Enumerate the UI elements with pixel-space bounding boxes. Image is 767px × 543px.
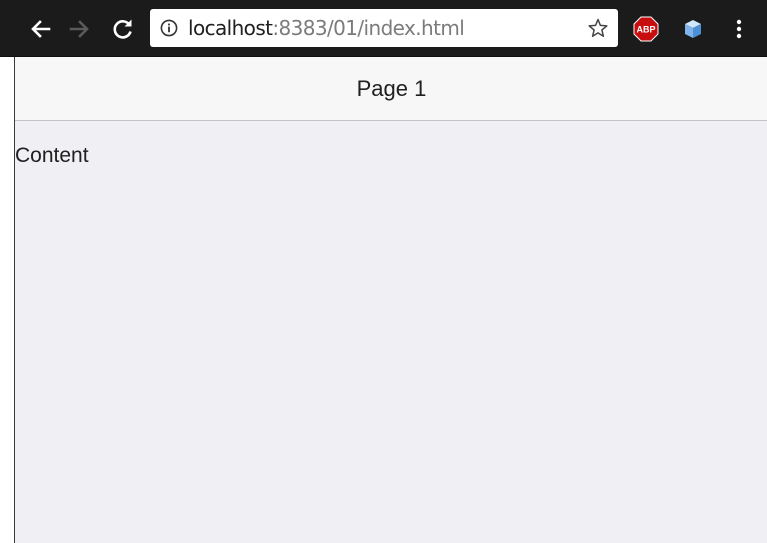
bookmark-button[interactable] <box>587 17 609 39</box>
url-path: :8383/01/index.html <box>272 16 465 40</box>
reload-icon <box>113 19 132 39</box>
forward-arrow-icon <box>69 20 89 38</box>
page-title: Page 1 <box>356 75 427 101</box>
back-arrow-icon <box>31 20 51 38</box>
page-navbar: Page 1 <box>15 57 767 121</box>
browser-menu-button[interactable] <box>724 14 754 44</box>
page-content: Content <box>15 144 89 167</box>
adblock-extension-button[interactable]: ABP <box>631 14 661 44</box>
star-icon <box>588 18 608 38</box>
reload-button[interactable] <box>108 14 138 44</box>
page-viewport: Page 1 Content <box>14 57 767 543</box>
back-button[interactable] <box>26 14 56 44</box>
abp-label: ABP <box>636 25 655 35</box>
url-text[interactable]: localhost:8383/01/index.html <box>188 16 465 40</box>
abp-icon: ABP <box>633 16 659 42</box>
forward-button[interactable] <box>64 14 94 44</box>
browser-toolbar: localhost:8383/01/index.html ABP <box>0 0 767 57</box>
address-bar[interactable]: localhost:8383/01/index.html <box>150 9 618 47</box>
info-icon[interactable] <box>160 19 178 37</box>
kebab-menu-icon <box>736 19 742 39</box>
extension-button[interactable] <box>678 14 708 44</box>
url-host: localhost <box>188 16 273 40</box>
cube-icon <box>685 20 701 38</box>
